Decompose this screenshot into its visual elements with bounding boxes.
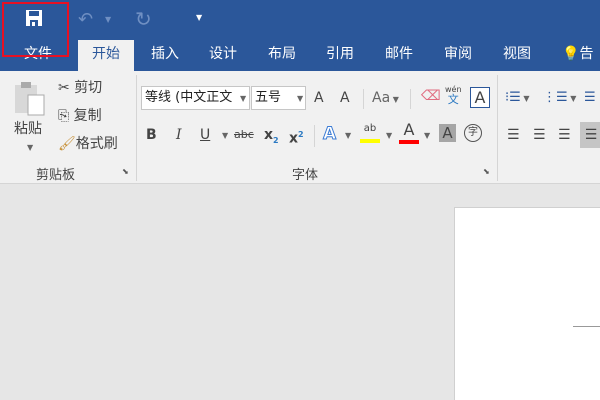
underline-button[interactable]: U xyxy=(200,124,210,146)
divider xyxy=(136,75,137,181)
grow-font-button[interactable]: A xyxy=(314,87,324,109)
tab-design[interactable]: 设计 xyxy=(198,40,248,71)
undo-dropdown-icon[interactable]: ▼ xyxy=(105,15,111,24)
redo-icon[interactable]: ↻ xyxy=(135,7,152,31)
customize-qat-icon[interactable]: ▼ xyxy=(196,13,202,22)
divider xyxy=(410,89,411,109)
align-right-button[interactable]: ☰ xyxy=(558,124,571,146)
superscript-button[interactable]: x2 xyxy=(289,124,304,150)
brush-icon: 🖌 xyxy=(58,136,76,152)
margin-mark xyxy=(573,326,600,327)
character-border-button[interactable]: A xyxy=(470,87,490,108)
paste-icon[interactable] xyxy=(14,81,48,117)
font-color-dropdown-icon[interactable]: ▼ xyxy=(424,131,430,140)
highlight-box xyxy=(2,2,69,57)
tab-layout[interactable]: 布局 xyxy=(257,40,307,71)
multilevel-list-button[interactable]: ☰ xyxy=(584,87,596,109)
format-painter-button[interactable]: 🖌格式刷 xyxy=(58,133,118,155)
font-color-button[interactable]: A xyxy=(399,121,419,144)
undo-icon[interactable]: ↶ xyxy=(78,9,93,30)
tab-view[interactable]: 视图 xyxy=(492,40,542,71)
highlight-button[interactable]: ab xyxy=(360,123,380,143)
numbering-button[interactable]: ⋮☰ ▼ xyxy=(543,87,576,110)
bullets-button[interactable]: ⁝☰ ▼ xyxy=(505,87,530,110)
tell-me[interactable]: 💡告诉 xyxy=(562,40,600,91)
paste-dropdown-icon[interactable]: ▼ xyxy=(27,143,33,152)
font-launcher-icon[interactable]: ⬊ xyxy=(483,167,490,176)
divider xyxy=(314,125,315,147)
font-color-swatch xyxy=(399,140,419,144)
title-bar: ↶ ▼ ↻ ▼ 文件 开始 插入 设计 布局 引用 邮件 审阅 视图 💡告诉 xyxy=(0,0,600,91)
change-case-button[interactable]: Aa ▼ xyxy=(372,87,399,111)
tab-mailings[interactable]: 邮件 xyxy=(374,40,424,71)
text-effects-button[interactable]: A xyxy=(322,123,336,145)
align-center-button[interactable]: ☰ xyxy=(533,124,546,146)
copy-button[interactable]: ⎘ 复制 xyxy=(58,105,102,127)
font-name-combo[interactable]: 等线 (中文正文 xyxy=(141,86,250,110)
character-shading-button[interactable]: A xyxy=(439,124,456,142)
lightbulb-icon: 💡 xyxy=(562,46,580,62)
clipboard-group-label: 剪贴板 xyxy=(36,168,76,183)
tab-review[interactable]: 审阅 xyxy=(433,40,483,71)
highlight-color-swatch xyxy=(360,139,380,143)
enclose-characters-button[interactable]: 字 xyxy=(464,124,482,142)
subscript-button[interactable]: x2 xyxy=(264,124,279,152)
font-size-dropdown-icon[interactable]: ▼ xyxy=(297,94,303,103)
font-group-label: 字体 xyxy=(292,168,319,183)
clear-formatting-icon[interactable]: ⌫ xyxy=(421,85,441,107)
tab-insert[interactable]: 插入 xyxy=(140,40,190,71)
document-page[interactable] xyxy=(454,207,600,400)
divider xyxy=(497,75,498,181)
justify-button[interactable]: ☰ xyxy=(580,122,600,148)
phonetic-guide-button[interactable]: wén 文 xyxy=(445,85,462,105)
align-left-button[interactable]: ☰ xyxy=(507,124,520,146)
italic-button[interactable]: I xyxy=(176,124,182,146)
tab-references[interactable]: 引用 xyxy=(315,40,365,71)
text-effects-dropdown-icon[interactable]: ▼ xyxy=(345,131,351,140)
copy-icon: ⎘ xyxy=(58,108,70,124)
bold-button[interactable]: B xyxy=(146,124,157,146)
scissors-icon: ✂ xyxy=(58,80,70,96)
tab-home[interactable]: 开始 xyxy=(78,40,134,71)
strikethrough-button[interactable]: abc xyxy=(234,124,254,146)
shrink-font-button[interactable]: A xyxy=(340,87,350,109)
divider xyxy=(363,89,364,109)
font-name-dropdown-icon[interactable]: ▼ xyxy=(240,94,246,103)
underline-dropdown-icon[interactable]: ▼ xyxy=(222,131,228,140)
ribbon: 粘贴 ▼ ✂ 剪切 ⎘ 复制 🖌格式刷 剪贴板 ⬊ 等线 (中文正文 ▼ 五号 … xyxy=(0,71,600,184)
clipboard-launcher-icon[interactable]: ⬊ xyxy=(122,167,129,176)
paste-button[interactable]: 粘贴 xyxy=(8,118,48,140)
highlight-dropdown-icon[interactable]: ▼ xyxy=(386,131,392,140)
cut-button[interactable]: ✂ 剪切 xyxy=(58,77,102,99)
